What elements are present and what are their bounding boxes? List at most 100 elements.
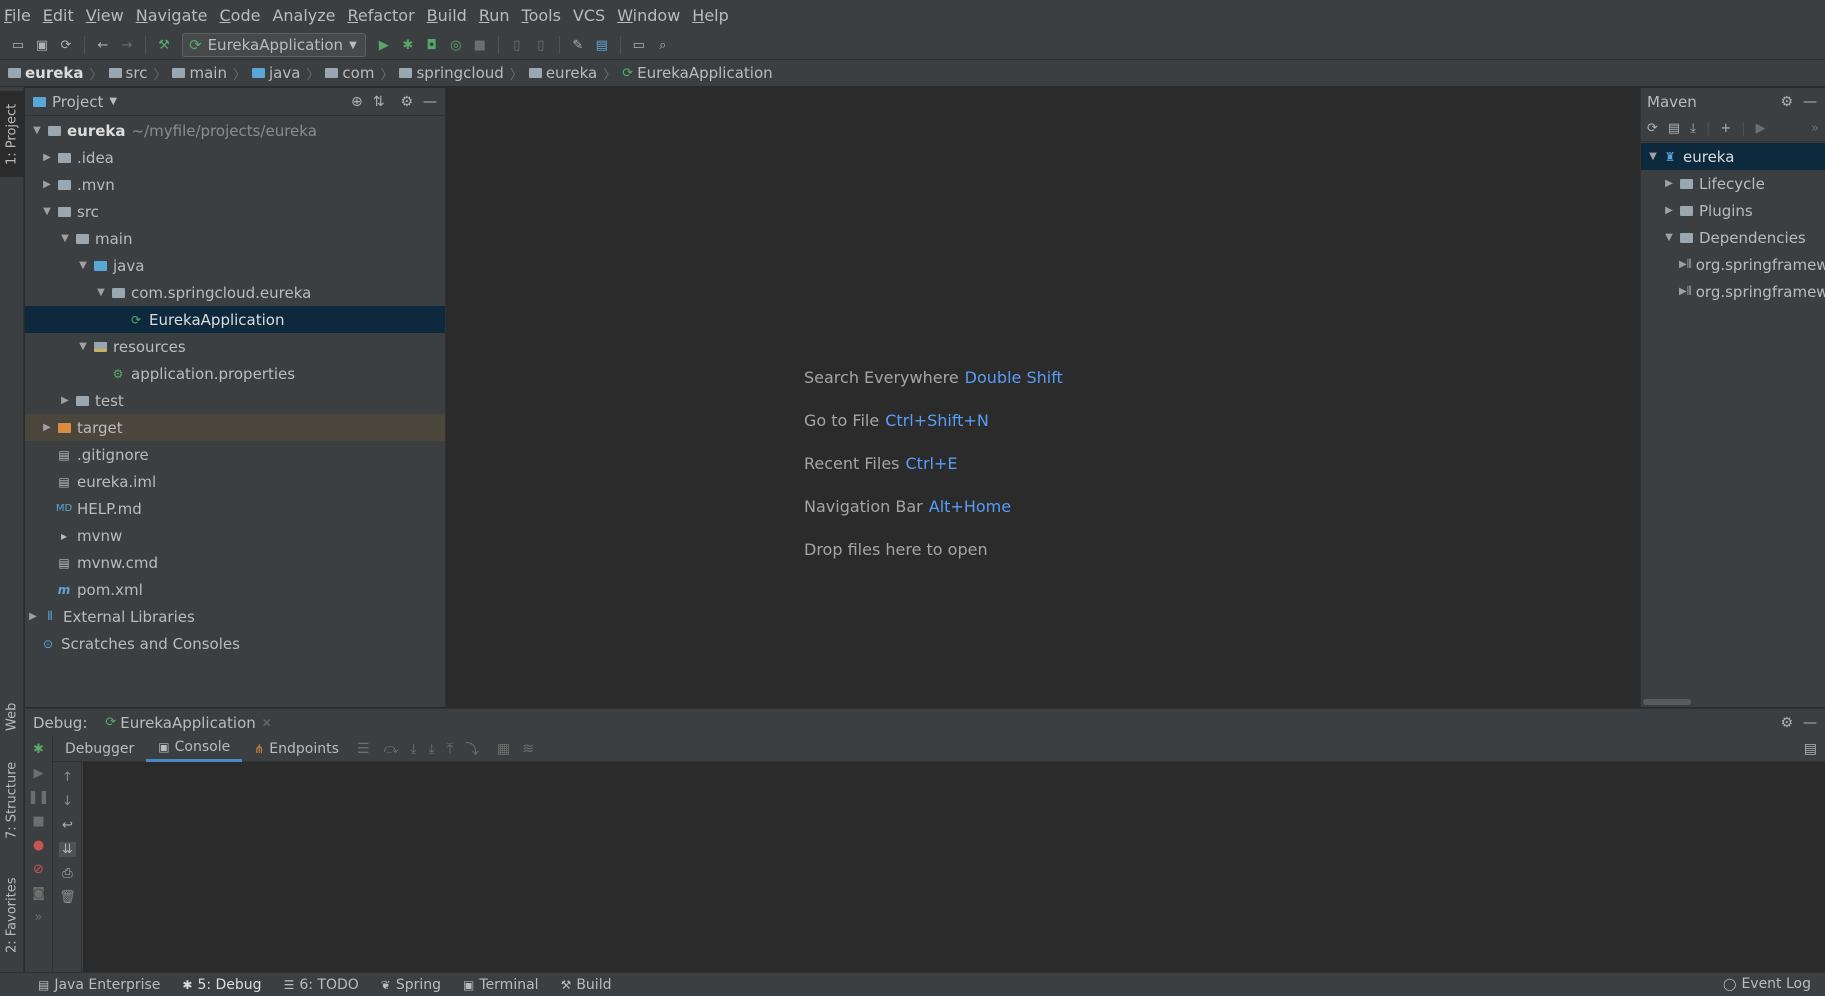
tree-item-resources[interactable]: ▼ resources bbox=[25, 333, 445, 360]
gear-icon[interactable]: ⚙ bbox=[1780, 715, 1793, 731]
trash-icon[interactable]: 🗑 bbox=[59, 890, 76, 905]
breadcrumb-item-project[interactable]: eureka bbox=[8, 64, 84, 82]
menu-item[interactable]: File bbox=[4, 6, 31, 25]
generate-sources-icon[interactable]: ▤ bbox=[1668, 121, 1680, 136]
run-with-coverage-icon[interactable]: ◘ bbox=[420, 33, 444, 57]
tab-project[interactable]: 1: Project bbox=[0, 91, 24, 177]
expanded-arrow-icon[interactable]: ▼ bbox=[57, 233, 73, 244]
menu-item[interactable]: Code bbox=[220, 6, 261, 25]
status-tab-spring[interactable]: ❦ Spring bbox=[381, 977, 441, 993]
close-icon[interactable]: ✕ bbox=[262, 716, 272, 730]
maven-item-plugins[interactable]: ▶ Plugins bbox=[1641, 197, 1825, 224]
tree-item-main[interactable]: ▼ main bbox=[25, 225, 445, 252]
tree-item-pom[interactable]: m pom.xml bbox=[25, 576, 445, 603]
expanded-arrow-icon[interactable]: ▼ bbox=[93, 287, 109, 298]
expanded-arrow-icon[interactable]: ▼ bbox=[75, 341, 91, 352]
project-structure-icon[interactable]: ▤ bbox=[590, 33, 614, 57]
status-tab-todo[interactable]: ☰ 6: TODO bbox=[284, 977, 359, 993]
menu-item[interactable]: View bbox=[86, 6, 124, 25]
sync-icon[interactable]: ⟳ bbox=[54, 33, 78, 57]
back-arrow-icon[interactable]: ← bbox=[91, 33, 115, 57]
event-log-button[interactable]: ◯ Event Log bbox=[1723, 976, 1811, 992]
vcs-commit-icon[interactable]: ▯ bbox=[529, 33, 553, 57]
profile-icon[interactable]: ◎ bbox=[444, 33, 468, 57]
tab-endpoints[interactable]: ⋔ Endpoints bbox=[242, 736, 351, 762]
collapse-all-icon[interactable]: ⇅ bbox=[373, 94, 385, 110]
breadcrumb-item-class[interactable]: ⟳ EurekaApplication bbox=[622, 64, 772, 82]
tree-item-scratches[interactable]: ⊙ Scratches and Consoles bbox=[25, 630, 445, 657]
tree-item-iml[interactable]: ▤ eureka.iml bbox=[25, 468, 445, 495]
open-folder-icon[interactable]: ▭ bbox=[6, 33, 30, 57]
tree-item-app-class[interactable]: ⟳ EurekaApplication bbox=[25, 306, 445, 333]
tree-item-java[interactable]: ▼ java bbox=[25, 252, 445, 279]
view-breakpoints-icon[interactable]: ● bbox=[33, 838, 44, 853]
breadcrumb-item-src[interactable]: src bbox=[108, 64, 147, 82]
add-icon[interactable]: + bbox=[1720, 121, 1731, 136]
run-configuration-dropdown[interactable]: ⟳ EurekaApplication ▼ bbox=[182, 33, 366, 57]
tree-item-mvnw[interactable]: ▸ mvnw bbox=[25, 522, 445, 549]
force-step-into-icon[interactable]: ⤓ bbox=[429, 741, 435, 757]
breadcrumb-item-com[interactable]: com bbox=[325, 64, 374, 82]
run-maven-icon[interactable]: ▶ bbox=[1756, 121, 1766, 136]
layout-icon[interactable]: ▤ bbox=[1804, 741, 1825, 757]
tree-item-test[interactable]: ▶ test bbox=[25, 387, 445, 414]
maven-item-dependencies[interactable]: ▼ Dependencies bbox=[1641, 224, 1825, 251]
menu-item[interactable]: Refactor bbox=[348, 6, 415, 25]
menu-item[interactable]: Build bbox=[427, 6, 467, 25]
collapsed-arrow-icon[interactable]: ▶ bbox=[1661, 205, 1677, 216]
horizontal-scrollbar[interactable] bbox=[1643, 699, 1691, 705]
terminal-window-icon[interactable]: ▭ bbox=[627, 33, 651, 57]
maven-item-root[interactable]: ▼ ♜ eureka bbox=[1641, 143, 1825, 170]
run-play-icon[interactable]: ▶ bbox=[372, 33, 396, 57]
collapsed-arrow-icon[interactable]: ▶ bbox=[1679, 286, 1687, 297]
breadcrumb-item-eureka[interactable]: eureka bbox=[528, 64, 597, 82]
menu-item[interactable]: VCS bbox=[573, 6, 605, 25]
maven-item-lifecycle[interactable]: ▶ Lifecycle bbox=[1641, 170, 1825, 197]
tree-item-mvn[interactable]: ▶ .mvn bbox=[25, 171, 445, 198]
gear-icon[interactable]: ⚙ bbox=[1780, 94, 1793, 110]
menu-item[interactable]: Window bbox=[617, 6, 680, 25]
stop-icon[interactable]: ■ bbox=[32, 814, 44, 829]
breadcrumb-item-java[interactable]: java bbox=[251, 64, 300, 82]
maven-item-dependency[interactable]: ▶ ⫴ org.springframework.cloud:spring-clo… bbox=[1641, 251, 1825, 278]
print-icon[interactable]: ⎙ bbox=[62, 866, 72, 881]
step-out-icon[interactable]: ⤒ bbox=[447, 741, 453, 757]
collapsed-arrow-icon[interactable]: ▶ bbox=[39, 152, 55, 163]
menu-item[interactable]: Analyze bbox=[272, 6, 335, 25]
tree-item-root[interactable]: ▼ eureka ~/myfile/projects/eureka bbox=[25, 117, 445, 144]
resume-icon[interactable]: ▶ bbox=[34, 766, 44, 781]
debug-bug-icon[interactable]: ✱ bbox=[396, 33, 420, 57]
editor-empty-area[interactable]: Search Everywhere Double Shift Go to File… bbox=[447, 88, 1639, 707]
up-arrow-icon[interactable]: ↑ bbox=[62, 770, 73, 785]
build-hammer-icon[interactable]: ⚒ bbox=[152, 33, 176, 57]
tree-item-gitignore[interactable]: ▤ .gitignore bbox=[25, 441, 445, 468]
trace-icon[interactable]: ≋ bbox=[522, 741, 534, 757]
mute-breakpoints-icon[interactable]: ⊘ bbox=[33, 862, 44, 877]
menu-item[interactable]: Run bbox=[479, 6, 510, 25]
scroll-to-end-icon[interactable]: ⇊ bbox=[59, 842, 76, 857]
search-icon[interactable]: ⌕ bbox=[651, 33, 675, 57]
menu-item[interactable]: Tools bbox=[522, 6, 561, 25]
debug-session-tab[interactable]: EurekaApplication bbox=[120, 714, 255, 732]
reimport-icon[interactable]: ⟳ bbox=[1647, 121, 1658, 136]
save-icon[interactable]: ▣ bbox=[30, 33, 54, 57]
collapsed-arrow-icon[interactable]: ▶ bbox=[39, 179, 55, 190]
tree-item-src[interactable]: ▼ src bbox=[25, 198, 445, 225]
expanded-arrow-icon[interactable]: ▼ bbox=[29, 125, 45, 136]
tab-structure[interactable]: 7: Structure bbox=[0, 755, 24, 845]
tree-item-mvnw-cmd[interactable]: ▤ mvnw.cmd bbox=[25, 549, 445, 576]
tab-web[interactable]: Web bbox=[0, 693, 24, 741]
tree-item-target[interactable]: ▶ target bbox=[25, 414, 445, 441]
settings-wrench-icon[interactable]: ✎ bbox=[566, 33, 590, 57]
collapsed-arrow-icon[interactable]: ▶ bbox=[39, 422, 55, 433]
pause-icon[interactable]: ❚❚ bbox=[28, 790, 50, 805]
project-panel-title[interactable]: Project bbox=[52, 93, 103, 111]
more-icon[interactable]: » bbox=[1811, 121, 1825, 136]
vcs-update-icon[interactable]: ▯ bbox=[505, 33, 529, 57]
tab-console[interactable]: ▣ Console bbox=[146, 736, 243, 762]
tree-item-external-libraries[interactable]: ▶ ⫴ External Libraries bbox=[25, 603, 445, 630]
run-to-cursor-icon[interactable]: ⤵ bbox=[465, 739, 479, 759]
evaluate-expression-icon[interactable]: ▦ bbox=[497, 741, 510, 757]
status-tab-java-enterprise[interactable]: ▤ Java Enterprise bbox=[38, 977, 160, 993]
collapsed-arrow-icon[interactable]: ▶ bbox=[25, 611, 41, 622]
